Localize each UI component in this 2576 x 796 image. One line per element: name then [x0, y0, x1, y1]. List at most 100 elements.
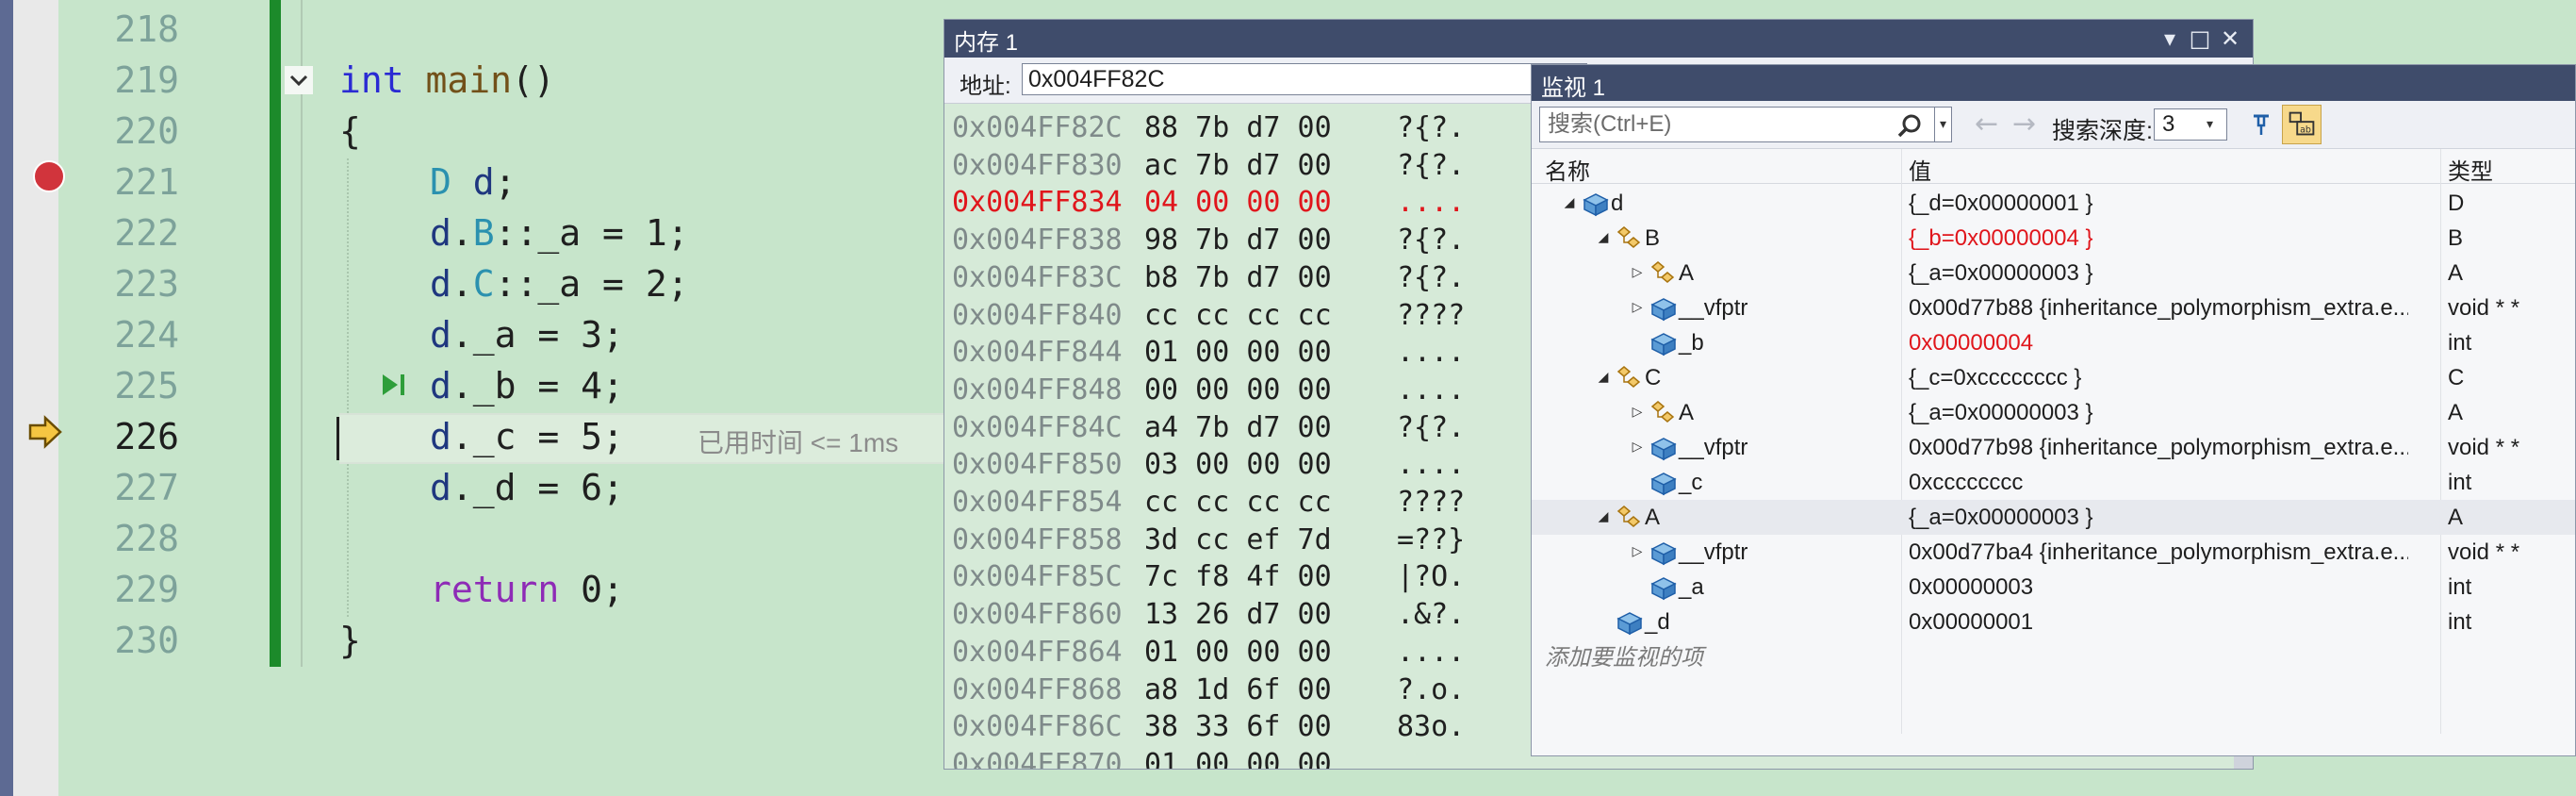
code-line-220: { [339, 110, 361, 152]
watch-value[interactable]: 0x00000001 [1909, 609, 2408, 636]
hex-display-icon[interactable]: ab [2282, 105, 2322, 144]
watch-toolbar: 搜索(Ctrl+E) ▾ ← → 搜索深度: 3 ▾ ab [1532, 101, 2575, 149]
close-icon[interactable]: ✕ [2217, 25, 2243, 52]
collapsed-arrow-icon[interactable]: ▷ [1628, 436, 1647, 456]
watch-row[interactable]: ▷ __vfptr 0x00d77b88 {inheritance_polymorp… [1532, 290, 2575, 325]
search-dropdown-icon[interactable]: ▾ [1935, 107, 1952, 142]
line-number: 223 [114, 263, 179, 305]
memory-ascii: ?{?. [1397, 410, 1466, 444]
watch-value[interactable]: {_a=0x00000003 } [1909, 260, 2408, 287]
watch-value[interactable]: 0x00d77ba4 {inheritance_polymorphism_ext… [1909, 539, 2408, 566]
expanded-arrow-icon[interactable]: ◢ [1594, 366, 1613, 387]
memory-bytes: 98 7b d7 00 [1144, 224, 1332, 257]
watch-row[interactable]: ◢ C {_c=0xcccccccc } C [1532, 360, 2575, 395]
watch-row[interactable]: ▷ A {_a=0x00000003 } A [1532, 395, 2575, 430]
watch-name: A [1645, 505, 1661, 530]
code-text: ._a = 3; [451, 314, 624, 356]
svg-text:ab: ab [2300, 125, 2311, 136]
column-header-type[interactable]: 类型 [2448, 153, 2493, 186]
collapsed-arrow-icon[interactable]: ▷ [1628, 261, 1647, 282]
memory-ascii: .... [1397, 373, 1466, 406]
line-number: 218 [114, 8, 179, 50]
watch-value[interactable]: {_d=0x00000001 } [1909, 191, 2408, 217]
column-header-name[interactable]: 名称 [1545, 153, 1590, 186]
run-to-click-icon[interactable] [379, 370, 409, 400]
dropdown-icon[interactable]: ▾ [2157, 25, 2183, 52]
watch-row[interactable]: _c 0xcccccccc int [1532, 465, 2575, 500]
field-icon [1649, 469, 1679, 497]
memory-ascii: ???? [1397, 486, 1466, 519]
watch-row[interactable]: ◢ B {_b=0x00000004 } B [1532, 221, 2575, 256]
watch-value[interactable]: {_b=0x00000004 } [1909, 225, 2408, 252]
memory-ascii: .... [1397, 635, 1466, 669]
watch-value[interactable]: 0xcccccccc [1909, 470, 2408, 496]
glyph-margin[interactable] [13, 0, 65, 796]
watch-title-bar[interactable]: 监视 1 [1532, 65, 2575, 101]
memory-bytes: a4 7b d7 00 [1144, 410, 1332, 444]
base-class-icon [1649, 399, 1679, 427]
watch-value[interactable]: 0x00d77b88 {inheritance_polymorphism_ext… [1909, 295, 2408, 322]
code-line-221: D d; [430, 157, 517, 207]
watch-value[interactable]: {_c=0xcccccccc } [1909, 365, 2408, 391]
watch-row[interactable]: ▷ A {_a=0x00000003 } A [1532, 256, 2575, 290]
search-icon[interactable] [1895, 112, 1924, 141]
memory-bytes: 00 00 00 00 [1144, 373, 1332, 406]
memory-address: 0x004FF864 [952, 635, 1123, 669]
collapsed-arrow-icon[interactable]: ▷ [1628, 401, 1647, 422]
memory-title-bar[interactable]: 内存 1 ▾ □ ✕ [944, 20, 2253, 58]
watch-value[interactable]: 0x00000004 [1909, 330, 2408, 357]
watch-column-header: 名称 值 类型 [1532, 149, 2575, 186]
watch-value[interactable]: 0x00000003 [1909, 574, 2408, 601]
memory-address: 0x004FF854 [952, 486, 1123, 519]
watch-name: __vfptr [1679, 295, 1748, 321]
watch-row[interactable]: ▷ __vfptr 0x00d77b98 {inheritance_polymorp… [1532, 430, 2575, 465]
memory-bytes: b8 7b d7 00 [1144, 260, 1332, 294]
add-watch-item[interactable]: 添加要监视的项 [1545, 638, 1703, 672]
watch-row[interactable]: ◢ A {_a=0x00000003 } A [1532, 500, 2575, 535]
column-header-value[interactable]: 值 [1909, 153, 1931, 186]
search-forward-arrow-icon[interactable]: → [2012, 108, 2036, 141]
watch-name: A [1679, 260, 1695, 286]
pin-icon[interactable] [2250, 110, 2278, 139]
watch-type: A [2448, 400, 2464, 425]
watch-row[interactable]: _d 0x00000001 int [1532, 605, 2575, 639]
memory-ascii: .&?. [1397, 598, 1466, 632]
code-line-226: d._c = 5; [430, 411, 624, 462]
collapse-chevron-icon[interactable] [285, 66, 313, 94]
line-number: 219 [114, 59, 179, 101]
variable-name: d [430, 212, 451, 254]
watch-row[interactable]: ◢ d {_d=0x00000001 } D [1532, 186, 2575, 221]
collapsed-arrow-icon[interactable]: ▷ [1628, 540, 1647, 561]
memory-ascii: ?{?. [1397, 111, 1466, 144]
line-number: 229 [114, 569, 179, 610]
maximize-icon[interactable]: □ [2187, 25, 2213, 52]
watch-value[interactable]: {_a=0x00000003 } [1909, 400, 2408, 426]
watch-type: void * * [2448, 435, 2520, 460]
memory-ascii: |?O. [1397, 560, 1466, 594]
elapsed-time-hint[interactable]: 已用时间 <= 1ms [697, 423, 898, 460]
collapsed-arrow-icon[interactable]: ▷ [1628, 296, 1647, 317]
memory-ascii: ???? [1397, 298, 1466, 332]
memory-bytes: ac 7b d7 00 [1144, 148, 1332, 182]
watch-value[interactable]: {_a=0x00000003 } [1909, 505, 2408, 531]
watch-row[interactable]: _a 0x00000003 int [1532, 570, 2575, 605]
memory-ascii: =??} [1397, 522, 1466, 556]
search-depth-select[interactable]: 3 [2154, 108, 2227, 141]
watch-type: A [2448, 260, 2464, 286]
watch-search-input[interactable]: 搜索(Ctrl+E) [1539, 107, 1935, 142]
address-input[interactable]: 0x004FF82C [1022, 63, 1587, 95]
code-text: ; [494, 161, 517, 203]
expanded-arrow-icon[interactable]: ◢ [1594, 226, 1613, 247]
watch-type: int [2448, 330, 2472, 356]
watch-row[interactable]: _b 0x00000004 int [1532, 325, 2575, 360]
base-class-icon [1615, 364, 1645, 392]
watch-name: _d [1645, 609, 1670, 635]
chevron-down-icon[interactable]: ▾ [2207, 108, 2213, 141]
search-back-arrow-icon[interactable]: ← [1975, 108, 1998, 141]
expanded-arrow-icon[interactable]: ◢ [1560, 191, 1579, 212]
watch-window[interactable]: 监视 1 搜索(Ctrl+E) ▾ ← → 搜索深度: 3 ▾ ab 名称 值 … [1531, 64, 2576, 756]
expanded-arrow-icon[interactable]: ◢ [1594, 506, 1613, 526]
watch-value[interactable]: 0x00d77b98 {inheritance_polymorphism_ext… [1909, 435, 2408, 461]
memory-ascii: .... [1397, 336, 1466, 370]
watch-row[interactable]: ▷ __vfptr 0x00d77ba4 {inheritance_polymorp… [1532, 535, 2575, 570]
